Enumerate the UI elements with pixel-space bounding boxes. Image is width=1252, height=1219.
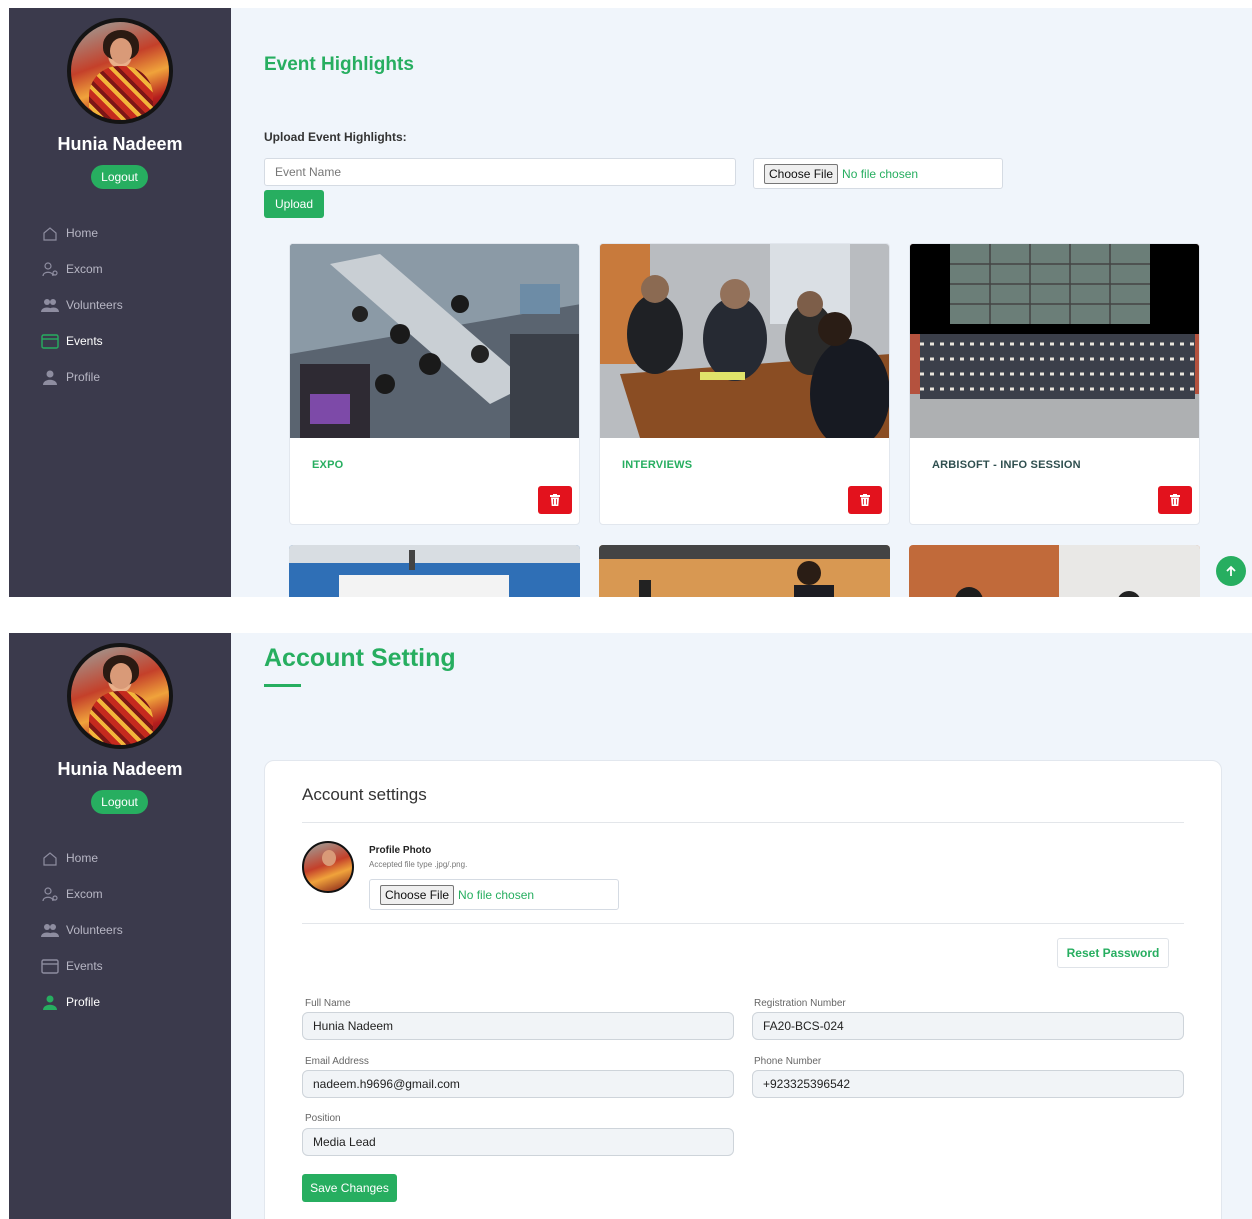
file-input[interactable]: Choose File No file chosen	[753, 158, 1003, 189]
user-icon	[41, 994, 59, 1010]
sidebar-item-label: Home	[66, 851, 99, 865]
event-photo	[909, 545, 1200, 597]
event-card-title: EXPO	[312, 459, 344, 471]
sidebar-item-label: Home	[66, 226, 99, 240]
email-label: Email Address	[305, 1056, 369, 1067]
event-photo	[600, 244, 889, 438]
event-card-title: ARBISOFT - INFO SESSION	[932, 459, 1081, 471]
position-field[interactable]: Media Lead	[302, 1128, 734, 1156]
accepted-file-types: Accepted file type .jpg/.png.	[369, 860, 468, 869]
users-icon	[41, 922, 59, 938]
trash-icon	[860, 494, 870, 506]
sidebar-item-profile[interactable]: Profile	[41, 984, 123, 1020]
sidebar: Hunia Nadeem Logout Home Excom Volunteer…	[9, 633, 231, 1219]
event-name-input[interactable]: Event Name	[264, 158, 736, 186]
sidebar-item-home[interactable]: Home	[41, 840, 123, 876]
sidebar-item-excom[interactable]: Excom	[41, 251, 123, 287]
events-screen: Hunia Nadeem Logout Home Excom Volunteer…	[9, 8, 1252, 597]
event-photo	[290, 244, 579, 438]
page-title: Event Highlights	[264, 54, 414, 75]
sidebar-item-volunteers[interactable]: Volunteers	[41, 912, 123, 948]
phone-label: Phone Number	[754, 1056, 822, 1067]
file-status: No file chosen	[458, 887, 535, 902]
file-status: No file chosen	[842, 166, 919, 181]
sidebar-item-label: Profile	[66, 995, 101, 1009]
calendar-icon	[41, 958, 59, 974]
event-photo	[910, 244, 1199, 438]
page-title: Account Setting	[264, 644, 456, 672]
logout-button[interactable]: Logout	[91, 790, 148, 814]
sidebar-nav: Home Excom Volunteers Events Profile	[41, 840, 123, 1020]
delete-button[interactable]	[1158, 486, 1192, 514]
user-name: Hunia Nadeem	[57, 759, 183, 779]
event-card: EXPO	[289, 243, 580, 525]
profile-photo-avatar	[302, 841, 354, 893]
choose-file-button[interactable]: Choose File	[380, 884, 455, 905]
profile-avatar	[67, 18, 173, 124]
event-card: INTERVIEWS	[599, 243, 890, 525]
position-label: Position	[305, 1113, 341, 1124]
account-screen: Hunia Nadeem Logout Home Excom Volunteer…	[9, 633, 1252, 1219]
account-settings-card: Account settings Profile Photo Accepted …	[264, 760, 1222, 1219]
title-underline	[264, 684, 301, 687]
reset-password-button[interactable]: Reset Password	[1057, 938, 1169, 968]
card-title: Account settings	[302, 785, 427, 804]
sidebar-item-volunteers[interactable]: Volunteers	[41, 287, 123, 323]
sidebar-item-profile[interactable]: Profile	[41, 359, 123, 395]
registration-number-field[interactable]: FA20-BCS-024	[752, 1012, 1184, 1040]
logout-button[interactable]: Logout	[91, 165, 148, 189]
sidebar-item-label: Volunteers	[66, 923, 123, 937]
full-name-field[interactable]: Hunia Nadeem	[302, 1012, 734, 1040]
sidebar-item-events[interactable]: Events	[41, 948, 123, 984]
trash-icon	[1170, 494, 1180, 506]
sidebar-item-label: Excom	[66, 887, 103, 901]
user-gear-icon	[41, 261, 59, 277]
sidebar: Hunia Nadeem Logout Home Excom Volunteer…	[9, 8, 231, 597]
profile-photo-label: Profile Photo	[369, 845, 432, 856]
trash-icon	[550, 494, 560, 506]
home-icon	[41, 225, 59, 241]
full-name-label: Full Name	[305, 998, 351, 1009]
event-photo	[289, 545, 580, 597]
sidebar-item-label: Excom	[66, 262, 103, 276]
user-name: Hunia Nadeem	[57, 134, 183, 154]
profile-avatar	[67, 643, 173, 749]
phone-field[interactable]: +923325396542	[752, 1070, 1184, 1098]
sidebar-item-excom[interactable]: Excom	[41, 876, 123, 912]
user-icon	[41, 369, 59, 385]
choose-file-button[interactable]: Choose File	[764, 163, 839, 184]
sidebar-item-home[interactable]: Home	[41, 215, 123, 251]
arrow-up-icon	[1226, 565, 1236, 576]
sidebar-item-label: Volunteers	[66, 298, 123, 312]
sidebar-item-label: Events	[66, 959, 103, 973]
registration-number-label: Registration Number	[754, 998, 846, 1009]
sidebar-item-label: Profile	[66, 370, 101, 384]
save-changes-button[interactable]: Save Changes	[302, 1174, 397, 1202]
account-content: Account Setting Account settings Profile…	[231, 633, 1252, 1219]
sidebar-nav: Home Excom Volunteers Events Profile	[41, 215, 123, 395]
upload-label: Upload Event Highlights:	[264, 130, 407, 144]
event-card-title: INTERVIEWS	[622, 459, 693, 471]
profile-photo-file-input[interactable]: Choose File No file chosen	[369, 879, 619, 910]
events-content: Event Highlights Upload Event Highlights…	[231, 8, 1252, 597]
sidebar-item-label: Events	[66, 334, 103, 348]
divider	[302, 923, 1184, 924]
user-gear-icon	[41, 886, 59, 902]
scroll-to-top-button[interactable]	[1216, 556, 1246, 586]
users-icon	[41, 297, 59, 313]
home-icon	[41, 850, 59, 866]
event-card: ARBISOFT - INFO SESSION	[909, 243, 1200, 525]
calendar-icon	[41, 333, 59, 349]
email-field[interactable]: nadeem.h9696@gmail.com	[302, 1070, 734, 1098]
divider	[302, 822, 1184, 823]
delete-button[interactable]	[848, 486, 882, 514]
upload-button[interactable]: Upload	[264, 190, 324, 218]
event-photo	[599, 545, 890, 597]
sidebar-item-events[interactable]: Events	[41, 323, 123, 359]
delete-button[interactable]	[538, 486, 572, 514]
